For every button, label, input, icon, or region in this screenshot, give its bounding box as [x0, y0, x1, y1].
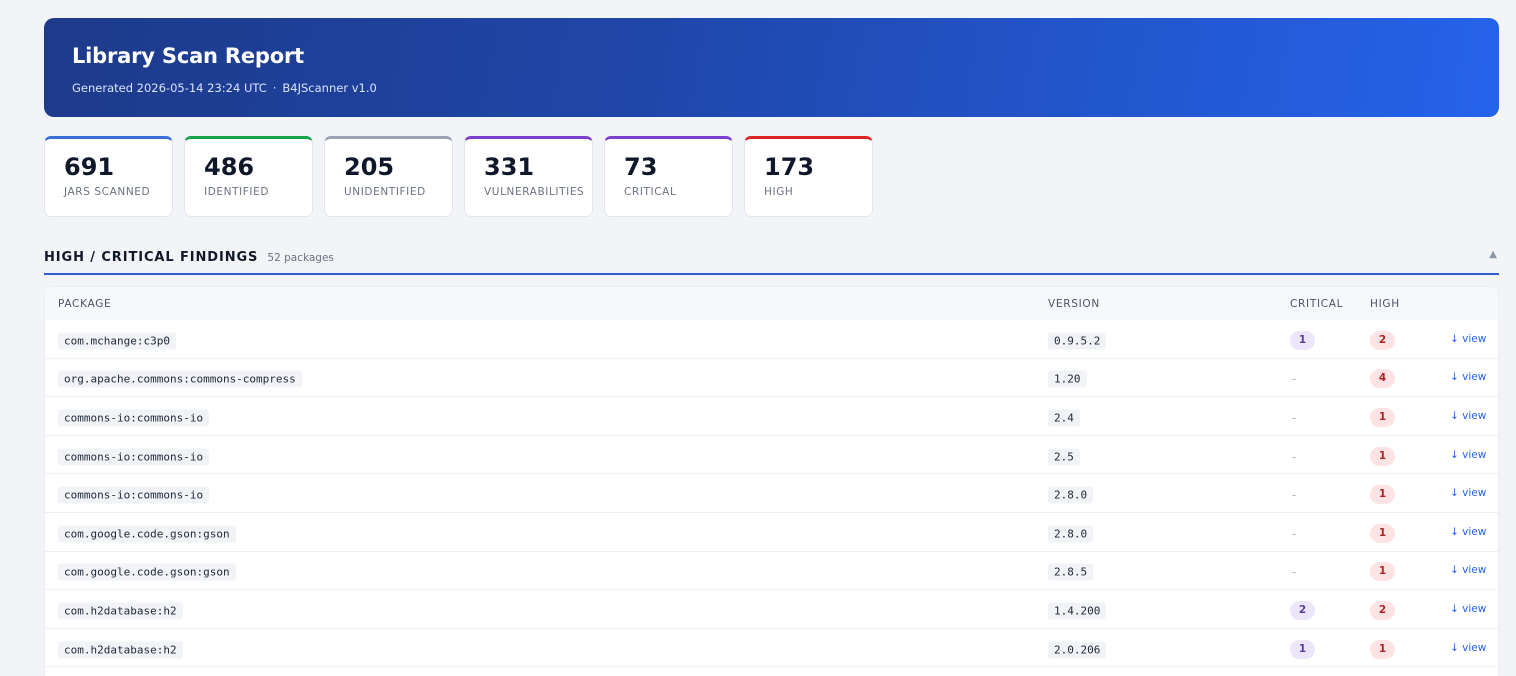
view-details-link[interactable]: ↓ view	[1450, 333, 1486, 345]
column-critical: CRITICAL	[1290, 298, 1344, 310]
column-version: VERSION	[1048, 298, 1100, 310]
report-header: Library Scan Report Generated 2026-05-14…	[44, 18, 1499, 117]
package-version: 2.0.206	[1048, 641, 1107, 659]
view-details-link[interactable]: ↓ view	[1450, 642, 1486, 654]
high-count-badge: 1	[1370, 485, 1395, 505]
column-high: HIGH	[1370, 298, 1400, 310]
stats-cards: 691 JARS SCANNED 486 IDENTIFIED 205 UNIDENTIF…	[44, 136, 873, 217]
findings-section-header[interactable]: HIGH / CRITICAL FINDINGS 52 packages ▲	[44, 246, 1499, 275]
stat-card: 73 CRITICAL	[604, 136, 733, 217]
view-details-link[interactable]: ↓ view	[1450, 603, 1486, 615]
critical-empty: -	[1292, 488, 1296, 502]
high-count-badge: 1	[1370, 562, 1395, 582]
high-count-badge: 1	[1370, 523, 1395, 543]
stat-card: 205 UNIDENTIFIED	[324, 136, 453, 217]
high-count-badge: 1	[1370, 446, 1395, 466]
critical-empty: -	[1292, 411, 1296, 425]
view-details-link[interactable]: ↓ view	[1450, 526, 1486, 538]
view-details-link[interactable]: ↓ view	[1450, 410, 1486, 422]
stat-label: HIGH	[764, 186, 794, 198]
package-name: commons-io:commons-io	[58, 409, 210, 427]
stat-value: 486	[204, 153, 255, 181]
package-name: com.mchange:c3p0	[58, 332, 176, 350]
stat-label: CRITICAL	[624, 186, 677, 198]
package-version: 2.8.5	[1048, 563, 1094, 581]
section-title: HIGH / CRITICAL FINDINGS	[44, 250, 259, 265]
view-details-link[interactable]: ↓ view	[1450, 487, 1486, 499]
critical-count-badge: 1	[1290, 639, 1315, 659]
table-row: commons-io:commons-io 2.8.0 - 1 ↓ view	[45, 474, 1498, 513]
table-body: com.mchange:c3p0 0.9.5.2 1 2 ↓ view org.apach…	[45, 320, 1498, 668]
package-name: org.apache.commons:commons-compress	[58, 370, 302, 388]
package-name: commons-io:commons-io	[58, 486, 210, 504]
view-details-link[interactable]: ↓ view	[1450, 371, 1486, 383]
package-version: 2.8.0	[1048, 525, 1094, 543]
meta-separator: ·	[272, 81, 277, 95]
package-version: 0.9.5.2	[1048, 332, 1107, 350]
critical-empty: -	[1292, 372, 1296, 386]
stat-value: 331	[484, 153, 535, 181]
package-name: commons-io:commons-io	[58, 448, 210, 466]
stat-label: VULNERABILITIES	[484, 186, 585, 198]
stat-label: UNIDENTIFIED	[344, 186, 426, 198]
high-count-badge: 2	[1370, 330, 1395, 350]
table-row: commons-io:commons-io 2.5 - 1 ↓ view	[45, 436, 1498, 475]
package-name: com.google.code.gson:gson	[58, 525, 236, 543]
stat-label: IDENTIFIED	[204, 186, 270, 198]
stat-card: 691 JARS SCANNED	[44, 136, 173, 217]
generated-timestamp: Generated 2026-05-14 23:24 UTC	[72, 81, 267, 95]
table-row: org.apache.commons:commons-compress 1.20 -…	[45, 359, 1498, 398]
package-version: 1.4.200	[1048, 602, 1107, 620]
package-version: 1.20	[1048, 370, 1087, 388]
stat-label: JARS SCANNED	[64, 186, 151, 198]
stat-card: 486 IDENTIFIED	[184, 136, 313, 217]
table-header: PACKAGE VERSION CRITICAL HIGH	[45, 287, 1498, 320]
table-row: com.h2database:h2 2.0.206 1 1 ↓ view	[45, 629, 1498, 668]
view-details-link[interactable]: ↓ view	[1450, 449, 1486, 461]
scanner-version: B4JScanner v1.0	[282, 81, 377, 95]
stat-value: 73	[624, 153, 658, 181]
package-version: 2.5	[1048, 448, 1080, 466]
package-name: com.h2database:h2	[58, 641, 183, 659]
high-count-badge: 4	[1370, 369, 1395, 389]
critical-empty: -	[1292, 450, 1296, 464]
critical-empty: -	[1292, 527, 1296, 541]
findings-table: PACKAGE VERSION CRITICAL HIGH com.mchang…	[44, 286, 1499, 676]
high-count-badge: 1	[1370, 639, 1395, 659]
view-details-link[interactable]: ↓ view	[1450, 564, 1486, 576]
high-count-badge: 1	[1370, 407, 1395, 427]
stat-card: 173 HIGH	[744, 136, 873, 217]
critical-count-badge: 2	[1290, 600, 1315, 620]
package-name: com.google.code.gson:gson	[58, 563, 236, 581]
stat-value: 691	[64, 153, 115, 181]
stat-value: 205	[344, 153, 395, 181]
table-row: com.google.code.gson:gson 2.8.5 - 1 ↓ view	[45, 552, 1498, 591]
page-title: Library Scan Report	[72, 44, 304, 68]
package-name: com.h2database:h2	[58, 602, 183, 620]
table-row: com.h2database:h2 1.4.200 2 2 ↓ view	[45, 590, 1498, 629]
collapse-toggle-icon[interactable]: ▲	[1489, 249, 1497, 260]
critical-count-badge: 1	[1290, 330, 1315, 350]
stat-value: 173	[764, 153, 815, 181]
report-meta: Generated 2026-05-14 23:24 UTC · B4JScanne…	[72, 81, 1471, 95]
table-row: com.mchange:c3p0 0.9.5.2 1 2 ↓ view	[45, 320, 1498, 359]
package-version: 2.4	[1048, 409, 1080, 427]
stat-card: 331 VULNERABILITIES	[464, 136, 593, 217]
high-count-badge: 2	[1370, 600, 1395, 620]
table-row: com.google.code.gson:gson 2.8.0 - 1 ↓ view	[45, 513, 1498, 552]
column-package: PACKAGE	[58, 298, 112, 310]
table-row: commons-io:commons-io 2.4 - 1 ↓ view	[45, 397, 1498, 436]
package-count: 52 packages	[267, 252, 334, 264]
package-version: 2.8.0	[1048, 486, 1094, 504]
critical-empty: -	[1292, 565, 1296, 579]
